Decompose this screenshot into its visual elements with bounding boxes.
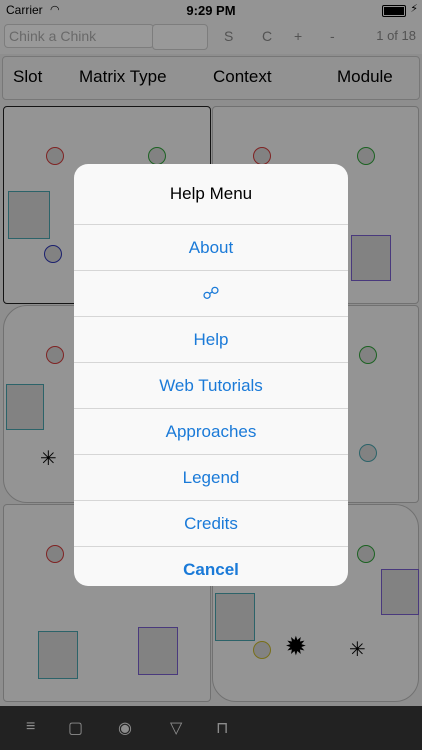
menu-item-about[interactable]: About: [74, 224, 348, 270]
menu-item-web-tutorials[interactable]: Web Tutorials: [74, 362, 348, 408]
help-menu-sheet: Help Menu About ☍ Help Web Tutorials App…: [74, 164, 348, 586]
menu-item-approaches[interactable]: Approaches: [74, 408, 348, 454]
menu-item-link-icon[interactable]: ☍: [74, 270, 348, 316]
help-menu-title: Help Menu: [169, 184, 253, 203]
menu-item-legend[interactable]: Legend: [74, 454, 348, 500]
cancel-button[interactable]: Cancel: [74, 546, 348, 586]
menu-item-credits[interactable]: Credits: [74, 500, 348, 546]
menu-item-help[interactable]: Help: [74, 316, 348, 362]
